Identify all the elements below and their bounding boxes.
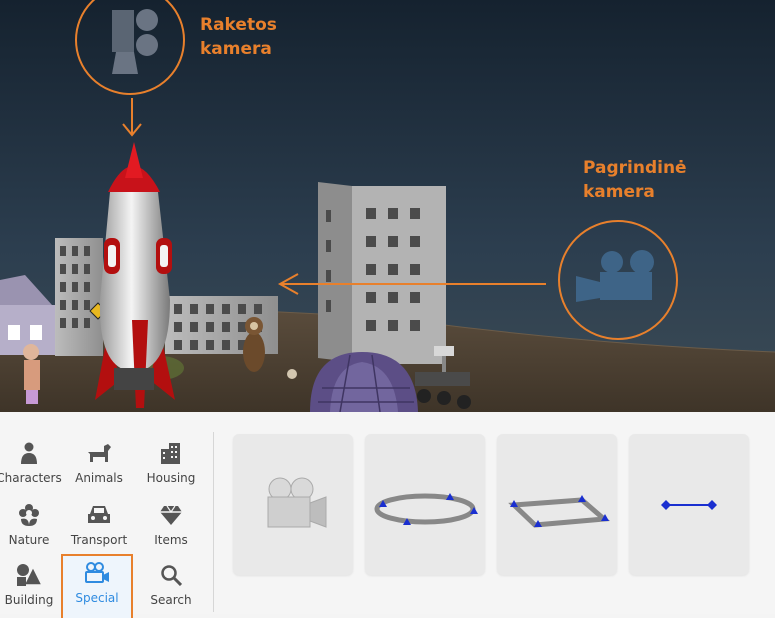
- category-transport[interactable]: Transport: [66, 498, 132, 556]
- scene-viewport[interactable]: Raketos kamera Pagrindinė kamera: [0, 0, 775, 412]
- category-housing[interactable]: Housing: [138, 436, 204, 494]
- buildings-icon: [138, 440, 204, 466]
- dog-icon: [66, 440, 132, 466]
- camera-icon: [63, 560, 131, 586]
- camera-object-icon: [267, 477, 327, 528]
- category-search[interactable]: Search: [138, 558, 204, 616]
- category-label: Search: [150, 593, 192, 607]
- panel-divider: [213, 432, 214, 612]
- flower-icon: [0, 502, 62, 528]
- building-left: [55, 238, 103, 356]
- ellipse-path-tile[interactable]: [365, 434, 485, 575]
- camera-object-tile[interactable]: [233, 434, 353, 575]
- main-camera-label-line1: Pagrindinė: [583, 158, 687, 178]
- bear-figure: [243, 317, 265, 372]
- category-grid: Characters Animals Housing Nature Transp…: [0, 432, 212, 618]
- rectangle-path-icon: [508, 494, 611, 528]
- category-special[interactable]: Special: [61, 554, 133, 618]
- rocket-camera-annotation: Raketos kamera: [200, 13, 277, 61]
- category-building[interactable]: Building: [0, 558, 62, 616]
- main-camera-annotation: Pagrindinė kamera: [583, 156, 687, 204]
- rocket-camera-label-line1: Raketos: [200, 15, 277, 35]
- category-nature[interactable]: Nature: [0, 498, 62, 556]
- object-library-panel: Characters Animals Housing Nature Transp…: [0, 412, 775, 618]
- diamond-icon: [138, 502, 204, 528]
- category-animals[interactable]: Animals: [66, 436, 132, 494]
- shapes-icon: [0, 562, 62, 588]
- rectangle-path-tile[interactable]: [497, 434, 617, 575]
- category-items[interactable]: Items: [138, 498, 204, 556]
- small-animal: [287, 369, 297, 379]
- scene-render: [0, 0, 775, 412]
- category-label: Housing: [146, 471, 196, 485]
- category-label: Items: [154, 533, 188, 547]
- line-path-icon: [661, 499, 717, 510]
- ellipse-path-icon: [374, 492, 478, 525]
- rocket-camera-label-line2: kamera: [200, 39, 272, 59]
- person-icon: [0, 440, 62, 466]
- car-icon: [66, 502, 132, 528]
- building-tall: [318, 182, 446, 364]
- line-path-tile[interactable]: [629, 434, 749, 575]
- main-camera-label-line2: kamera: [583, 182, 655, 202]
- search-icon: [138, 562, 204, 588]
- category-characters[interactable]: Characters: [0, 436, 62, 494]
